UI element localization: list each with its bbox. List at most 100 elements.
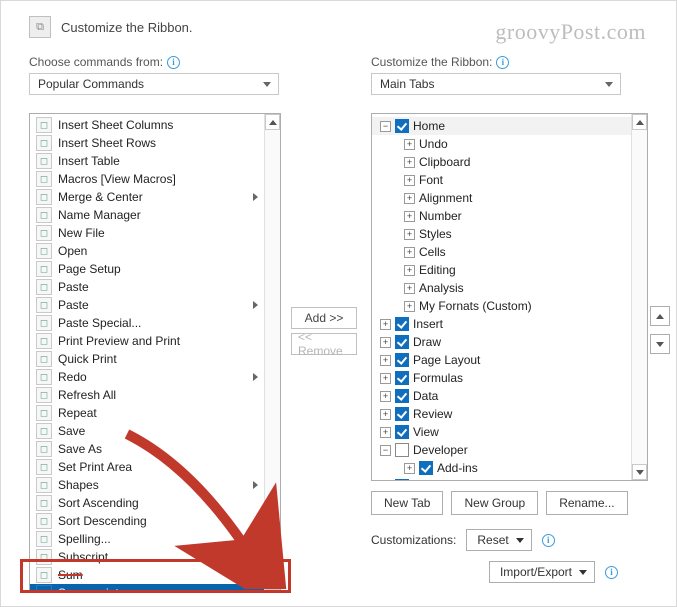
tree-node[interactable]: +Data	[372, 387, 631, 405]
add-button[interactable]: Add >>	[291, 307, 357, 329]
command-item[interactable]: ◻Insert Table	[30, 152, 264, 170]
tree-checkbox[interactable]	[395, 443, 409, 457]
tree-node[interactable]: +Formulas	[372, 369, 631, 387]
command-item[interactable]: ◻Sort Descending	[30, 512, 264, 530]
tree-checkbox[interactable]	[395, 119, 409, 133]
command-item[interactable]: ◻Name Manager	[30, 206, 264, 224]
command-item[interactable]: ◻Repeat	[30, 404, 264, 422]
expand-icon[interactable]: +	[380, 355, 391, 366]
tree-node[interactable]: +My Fornats (Custom)	[372, 297, 631, 315]
command-list-scrollbar[interactable]	[264, 114, 280, 590]
command-item[interactable]: ◻Set Print Area	[30, 458, 264, 476]
remove-button[interactable]: << Remove	[291, 333, 357, 355]
tree-node[interactable]: +Help	[372, 477, 631, 481]
tree-checkbox[interactable]	[395, 317, 409, 331]
new-group-button[interactable]: New Group	[451, 491, 538, 515]
command-item[interactable]: ◻Merge & Center	[30, 188, 264, 206]
info-icon[interactable]: i	[496, 56, 509, 69]
command-item[interactable]: ◻Paste	[30, 296, 264, 314]
command-item[interactable]: ◻Sort Ascending	[30, 494, 264, 512]
expand-icon[interactable]: +	[404, 193, 415, 204]
move-down-button[interactable]	[650, 334, 670, 354]
command-item[interactable]: ◻Insert Sheet Columns	[30, 116, 264, 134]
expand-icon[interactable]: +	[404, 301, 415, 312]
command-item[interactable]: ◻Open	[30, 242, 264, 260]
expand-icon[interactable]: +	[404, 247, 415, 258]
command-item[interactable]: ◻Refresh All	[30, 386, 264, 404]
expand-icon[interactable]: +	[404, 211, 415, 222]
tree-node[interactable]: +Alignment	[372, 189, 631, 207]
import-export-button[interactable]: Import/Export	[489, 561, 595, 583]
tree-checkbox[interactable]	[395, 407, 409, 421]
tree-node[interactable]: +Review	[372, 405, 631, 423]
command-item[interactable]: ◻Spelling...	[30, 530, 264, 548]
expand-icon[interactable]: +	[404, 139, 415, 150]
info-icon[interactable]: i	[542, 534, 555, 547]
command-item[interactable]: ◻Paste Special...	[30, 314, 264, 332]
ribbon-tree-scrollbar[interactable]	[631, 114, 647, 480]
command-item[interactable]: ◻Superscript	[30, 584, 264, 591]
command-item[interactable]: ◻Insert Sheet Rows	[30, 134, 264, 152]
command-list[interactable]: ◻Insert Sheet Columns◻Insert Sheet Rows◻…	[29, 113, 281, 591]
tree-node[interactable]: +Insert	[372, 315, 631, 333]
tree-node[interactable]: +Styles	[372, 225, 631, 243]
command-item[interactable]: ◻Quick Print	[30, 350, 264, 368]
expand-icon[interactable]: +	[404, 463, 415, 474]
tree-node[interactable]: −Developer	[372, 441, 631, 459]
tree-checkbox[interactable]	[395, 389, 409, 403]
collapse-icon[interactable]: −	[380, 445, 391, 456]
tree-checkbox[interactable]	[419, 461, 433, 475]
command-item[interactable]: ◻Print Preview and Print	[30, 332, 264, 350]
expand-icon[interactable]: +	[380, 409, 391, 420]
tree-checkbox[interactable]	[395, 371, 409, 385]
collapse-icon[interactable]: −	[380, 121, 391, 132]
tree-node[interactable]: +Number	[372, 207, 631, 225]
info-icon[interactable]: i	[605, 566, 618, 579]
tree-node[interactable]: +Add-ins	[372, 459, 631, 477]
expand-icon[interactable]: +	[404, 175, 415, 186]
tree-checkbox[interactable]	[395, 479, 409, 481]
command-item[interactable]: ◻Sum	[30, 566, 264, 584]
paste-menu-icon: ◻	[36, 297, 52, 313]
command-item[interactable]: ◻Paste	[30, 278, 264, 296]
command-item[interactable]: ◻Subscript	[30, 548, 264, 566]
rename-button[interactable]: Rename...	[546, 491, 627, 515]
command-item[interactable]: ◻New File	[30, 224, 264, 242]
tree-checkbox[interactable]	[395, 353, 409, 367]
command-item[interactable]: ◻Redo	[30, 368, 264, 386]
choose-commands-combo[interactable]: Popular Commands	[29, 73, 279, 95]
ribbon-tree[interactable]: −Home+Undo+Clipboard+Font+Alignment+Numb…	[371, 113, 648, 481]
expand-icon[interactable]: +	[380, 319, 391, 330]
command-item[interactable]: ◻Shapes	[30, 476, 264, 494]
tree-node[interactable]: +Undo	[372, 135, 631, 153]
expand-icon[interactable]: +	[380, 337, 391, 348]
expand-icon[interactable]: +	[404, 229, 415, 240]
expand-icon[interactable]: +	[404, 283, 415, 294]
expand-icon[interactable]: +	[380, 481, 391, 482]
tree-node[interactable]: +Page Layout	[372, 351, 631, 369]
tree-checkbox[interactable]	[395, 425, 409, 439]
expand-icon[interactable]: +	[380, 391, 391, 402]
tree-node[interactable]: −Home	[372, 117, 631, 135]
expand-icon[interactable]: +	[404, 265, 415, 276]
command-item[interactable]: ◻Save	[30, 422, 264, 440]
tree-node[interactable]: +Analysis	[372, 279, 631, 297]
tree-node[interactable]: +Draw	[372, 333, 631, 351]
new-tab-button[interactable]: New Tab	[371, 491, 443, 515]
tree-node[interactable]: +Editing	[372, 261, 631, 279]
tree-checkbox[interactable]	[395, 335, 409, 349]
tree-node[interactable]: +Clipboard	[372, 153, 631, 171]
tree-node[interactable]: +Font	[372, 171, 631, 189]
command-item[interactable]: ◻Macros [View Macros]	[30, 170, 264, 188]
command-item[interactable]: ◻Page Setup	[30, 260, 264, 278]
expand-icon[interactable]: +	[380, 427, 391, 438]
command-item[interactable]: ◻Save As	[30, 440, 264, 458]
info-icon[interactable]: i	[167, 56, 180, 69]
expand-icon[interactable]: +	[404, 157, 415, 168]
reset-button[interactable]: Reset	[466, 529, 531, 551]
tree-node[interactable]: +View	[372, 423, 631, 441]
tree-node[interactable]: +Cells	[372, 243, 631, 261]
expand-icon[interactable]: +	[380, 373, 391, 384]
move-up-button[interactable]	[650, 306, 670, 326]
customize-ribbon-combo[interactable]: Main Tabs	[371, 73, 621, 95]
